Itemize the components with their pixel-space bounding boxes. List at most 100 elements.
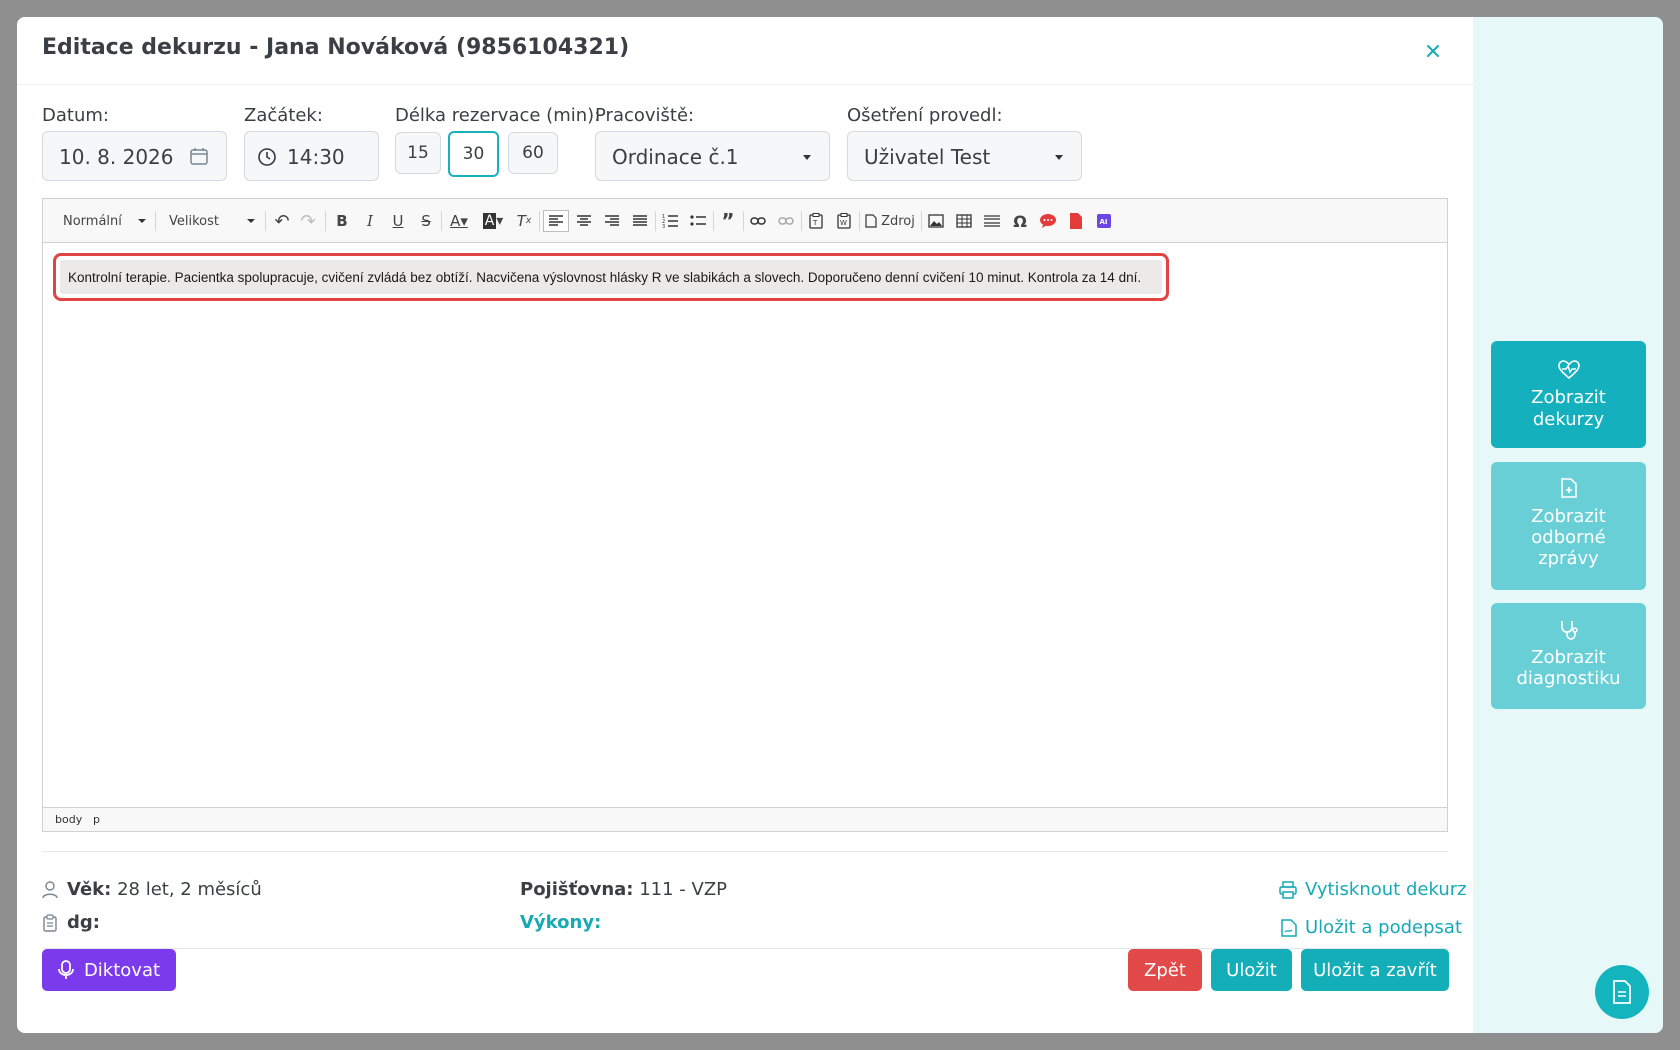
- italic-icon[interactable]: I: [359, 210, 381, 232]
- undo-icon[interactable]: ↶: [271, 210, 293, 232]
- toolbar-separator: [801, 211, 802, 231]
- size-select-label: Velikost: [169, 213, 219, 229]
- date-field[interactable]: 10. 8. 2026: [42, 131, 227, 181]
- performed-by-label: Ošetření provedl:: [847, 105, 1003, 126]
- link-icon[interactable]: [747, 210, 769, 232]
- strikethrough-icon[interactable]: S: [415, 210, 437, 232]
- clear-format-icon[interactable]: Tx: [513, 210, 535, 232]
- numbered-list-icon[interactable]: 123: [659, 210, 681, 232]
- editor-path-bar: body p: [43, 807, 1447, 831]
- toolbar-separator: [743, 211, 744, 231]
- background-color-icon[interactable]: A ▾: [479, 210, 507, 232]
- underline-icon[interactable]: U: [387, 210, 409, 232]
- chevron-down-icon: [247, 219, 255, 223]
- duration-15-button[interactable]: 15: [395, 132, 441, 174]
- editor-toolbar: Normální Velikost ↶ ↷ B I U S A▾ A▾ Tx: [43, 199, 1447, 243]
- show-records-button[interactable]: Zobrazit dekurzy: [1491, 341, 1646, 448]
- editor-content[interactable]: Kontrolní terapie. Pacientka spolupracuj…: [43, 244, 1447, 807]
- highlighted-paragraph[interactable]: Kontrolní terapie. Pacientka spolupracuj…: [53, 253, 1169, 301]
- start-time-field[interactable]: 14:30: [244, 131, 379, 181]
- svg-text:AI: AI: [1100, 218, 1108, 226]
- table-icon[interactable]: [953, 210, 975, 232]
- close-icon[interactable]: [1419, 37, 1447, 65]
- toolbar-separator: [713, 211, 714, 231]
- horizontal-rule-icon[interactable]: [981, 210, 1003, 232]
- save-close-button[interactable]: Uložit a zavřít: [1301, 949, 1449, 991]
- path-body[interactable]: body: [55, 813, 82, 826]
- dialog-header: Editace dekurzu - Jana Nováková (9856104…: [17, 17, 1473, 85]
- special-char-icon[interactable]: Ω: [1009, 210, 1031, 232]
- show-diagnostics-button[interactable]: Zobrazit diagnostiku: [1491, 603, 1646, 709]
- age-label: Věk:: [67, 879, 112, 900]
- microphone-icon: [58, 960, 74, 979]
- save-sign-link[interactable]: Uložit a podepsat: [1281, 917, 1462, 938]
- user-icon: [42, 881, 58, 899]
- source-button[interactable]: Zdroj: [863, 210, 917, 232]
- workplace-value: Ordinace č.1: [612, 145, 739, 169]
- workplace-select[interactable]: Ordinace č.1: [595, 131, 830, 181]
- show-diagnostics-label-2: diagnostiku: [1516, 668, 1621, 689]
- dialog-main: Editace dekurzu - Jana Nováková (9856104…: [17, 17, 1473, 1033]
- start-label: Začátek:: [244, 105, 323, 126]
- align-left-icon[interactable]: [543, 210, 569, 232]
- chevron-down-icon: [138, 219, 146, 223]
- source-icon: [865, 214, 877, 228]
- image-icon[interactable]: [925, 210, 947, 232]
- performed-by-value: Uživatel Test: [864, 145, 991, 169]
- stethoscope-icon: [1560, 621, 1578, 640]
- procedures-label[interactable]: Výkony:: [520, 912, 601, 933]
- path-p[interactable]: p: [93, 813, 100, 826]
- back-button[interactable]: Zpět: [1128, 949, 1202, 991]
- performed-by-select[interactable]: Uživatel Test: [847, 131, 1082, 181]
- paste-text-icon[interactable]: T: [805, 210, 827, 232]
- redo-icon[interactable]: ↷: [297, 210, 319, 232]
- clock-icon: [258, 148, 276, 166]
- insurance-label: Pojišťovna:: [520, 879, 634, 900]
- show-records-label-2: dekurzy: [1532, 409, 1605, 430]
- toolbar-separator: [441, 211, 442, 231]
- procedures-info[interactable]: Výkony:: [520, 912, 601, 933]
- show-reports-label-1: Zobrazit: [1531, 506, 1606, 527]
- align-center-icon[interactable]: [573, 210, 595, 232]
- comment-icon[interactable]: [1037, 210, 1059, 232]
- start-time-value: 14:30: [287, 145, 345, 169]
- justify-icon[interactable]: [629, 210, 651, 232]
- date-label: Datum:: [42, 105, 109, 126]
- paste-word-icon[interactable]: W: [833, 210, 855, 232]
- record-text[interactable]: Kontrolní terapie. Pacientka spolupracuj…: [60, 260, 1162, 294]
- print-record-link[interactable]: Vytisknout dekurz: [1279, 879, 1467, 900]
- dg-info: dg:: [67, 912, 100, 933]
- svg-text:3: 3: [662, 224, 665, 228]
- toolbar-separator: [921, 211, 922, 231]
- pdf-icon[interactable]: [1065, 210, 1087, 232]
- calendar-icon[interactable]: [189, 146, 209, 166]
- duration-30-button[interactable]: 30: [448, 131, 499, 177]
- svg-text:T: T: [812, 219, 818, 227]
- rich-text-editor: Normální Velikost ↶ ↷ B I U S A▾ A▾ Tx: [42, 198, 1448, 832]
- source-label: Zdroj: [881, 213, 915, 229]
- blockquote-icon[interactable]: ”: [717, 209, 739, 233]
- dialog-title: Editace dekurzu - Jana Nováková (9856104…: [42, 35, 630, 60]
- heart-pulse-icon: [1557, 360, 1580, 380]
- show-reports-label-3: zprávy: [1538, 548, 1599, 569]
- dictate-button[interactable]: Diktovat: [42, 949, 176, 991]
- ai-icon[interactable]: AI: [1093, 210, 1115, 232]
- unlink-icon[interactable]: [775, 210, 797, 232]
- format-select[interactable]: Normální: [51, 210, 151, 232]
- print-record-label[interactable]: Vytisknout dekurz: [1305, 879, 1467, 900]
- clipboard-icon: [43, 914, 57, 932]
- document-plus-icon: [1560, 478, 1577, 498]
- insurance-info: Pojišťovna: 111 - VZP: [520, 879, 727, 900]
- notes-fab-button[interactable]: [1595, 965, 1649, 1019]
- save-button[interactable]: Uložit: [1211, 949, 1292, 991]
- show-reports-button[interactable]: Zobrazit odborné zprávy: [1491, 462, 1646, 590]
- size-select[interactable]: Velikost: [159, 210, 259, 232]
- duration-60-button[interactable]: 60: [508, 132, 558, 174]
- align-right-icon[interactable]: [601, 210, 623, 232]
- workplace-label: Pracoviště:: [595, 105, 695, 126]
- bold-icon[interactable]: B: [331, 210, 353, 232]
- bullet-list-icon[interactable]: [687, 210, 709, 232]
- chevron-down-icon: [1055, 155, 1063, 160]
- save-sign-label[interactable]: Uložit a podepsat: [1305, 917, 1462, 938]
- text-color-icon[interactable]: A▾: [445, 210, 473, 232]
